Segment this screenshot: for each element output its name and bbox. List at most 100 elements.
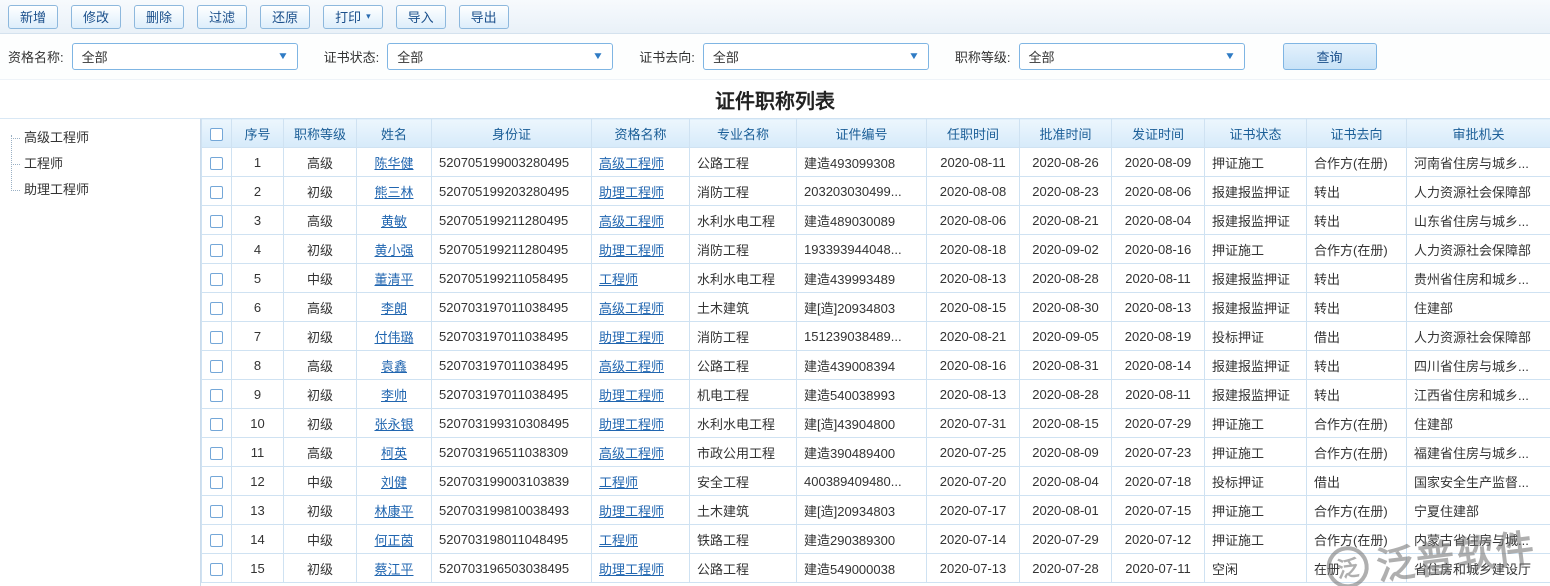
table-row[interactable]: 8高级袁鑫520703197011038495高级工程师公路工程建造439008… — [202, 351, 1550, 380]
name-link[interactable]: 董清平 — [374, 272, 413, 287]
qualification-name-link[interactable]: 助理工程师 — [599, 185, 664, 200]
name-link[interactable]: 林康平 — [374, 504, 413, 519]
qualification-name-link[interactable]: 工程师 — [599, 533, 638, 548]
row-checkbox[interactable] — [210, 331, 223, 344]
toolbar-button-export[interactable]: 导出 — [459, 5, 509, 29]
qualification-name-link[interactable]: 助理工程师 — [599, 243, 664, 258]
cell-major-name: 消防工程 — [690, 322, 797, 351]
column-header-qualification-name[interactable]: 资格名称 — [592, 119, 690, 148]
table-row[interactable]: 4初级黄小强520705199211280495助理工程师消防工程1933939… — [202, 235, 1550, 264]
row-checkbox[interactable] — [210, 476, 223, 489]
query-button[interactable]: 查询 — [1283, 43, 1377, 70]
table-row[interactable]: 11高级柯英520703196511038309高级工程师市政公用工程建造390… — [202, 438, 1550, 467]
qualification-name-link[interactable]: 高级工程师 — [599, 359, 664, 374]
qualification-name-link[interactable]: 高级工程师 — [599, 446, 664, 461]
name-link[interactable]: 刘健 — [381, 475, 407, 490]
table-row[interactable]: 5中级董清平520705199211058495工程师水利水电工程建造43999… — [202, 264, 1550, 293]
row-checkbox[interactable] — [210, 389, 223, 402]
row-checkbox[interactable] — [210, 273, 223, 286]
row-checkbox[interactable] — [210, 534, 223, 547]
qualification-name-link[interactable]: 高级工程师 — [599, 301, 664, 316]
name-link[interactable]: 李朗 — [381, 301, 407, 316]
toolbar-button-import[interactable]: 导入 — [396, 5, 446, 29]
cell-certificate-status: 报建报监押证 — [1205, 380, 1307, 409]
tree-item-engineer[interactable]: 工程师 — [6, 151, 200, 177]
row-checkbox[interactable] — [210, 418, 223, 431]
qualification-name-link[interactable]: 助理工程师 — [599, 417, 664, 432]
table-row[interactable]: 9初级李帅520703197011038495助理工程师机电工程建造540038… — [202, 380, 1550, 409]
name-link[interactable]: 熊三林 — [374, 185, 413, 200]
qualification-name-link[interactable]: 工程师 — [599, 475, 638, 490]
column-header-id-number[interactable]: 身份证 — [432, 119, 592, 148]
row-checkbox[interactable] — [210, 157, 223, 170]
column-header-certificate-destination[interactable]: 证书去向 — [1307, 119, 1407, 148]
qualification-name-link[interactable]: 高级工程师 — [599, 214, 664, 229]
table-row[interactable]: 15初级蔡江平520703196503038495助理工程师公路工程建造5490… — [202, 554, 1550, 583]
column-header-approval-authority[interactable]: 审批机关 — [1407, 119, 1550, 148]
qualification-name-link[interactable]: 助理工程师 — [599, 388, 664, 403]
qualification-name-link[interactable]: 助理工程师 — [599, 330, 664, 345]
row-checkbox[interactable] — [210, 447, 223, 460]
toolbar-button-add[interactable]: 新增 — [8, 5, 58, 29]
cell-issue-date: 2020-07-29 — [1112, 409, 1205, 438]
table-row[interactable]: 10初级张永银520703199310308495助理工程师水利水电工程建[造]… — [202, 409, 1550, 438]
row-checkbox[interactable] — [210, 244, 223, 257]
cell-certificate-status: 报建报监押证 — [1205, 206, 1307, 235]
qualification-name-link[interactable]: 助理工程师 — [599, 562, 664, 577]
cell-appointment-date: 2020-08-11 — [927, 148, 1020, 177]
filter-select-certificate-destination[interactable]: 全部 ▼ — [703, 43, 929, 70]
table-row[interactable]: 6高级李朗520703197011038495高级工程师土木建筑建[造]2093… — [202, 293, 1550, 322]
toolbar-button-print[interactable]: 打印▾ — [323, 5, 383, 29]
table-row[interactable]: 13初级林康平520703199810038493助理工程师土木建筑建[造]20… — [202, 496, 1550, 525]
filter-select-title-level[interactable]: 全部 ▼ — [1019, 43, 1245, 70]
filter-select-qualification-name[interactable]: 全部 ▼ — [72, 43, 298, 70]
table-row[interactable]: 2初级熊三林520705199203280495助理工程师消防工程2032030… — [202, 177, 1550, 206]
name-link[interactable]: 付伟璐 — [374, 330, 413, 345]
qualification-name-link[interactable]: 高级工程师 — [599, 156, 664, 171]
column-header-major-name[interactable]: 专业名称 — [690, 119, 797, 148]
row-checkbox[interactable] — [210, 302, 223, 315]
name-link[interactable]: 袁鑫 — [381, 359, 407, 374]
chevron-down-icon: ▼ — [592, 51, 604, 62]
name-link[interactable]: 李帅 — [381, 388, 407, 403]
name-link[interactable]: 张永银 — [374, 417, 413, 432]
qualification-name-link[interactable]: 助理工程师 — [599, 504, 664, 519]
cell-approval-date: 2020-08-23 — [1020, 177, 1112, 206]
column-header-title-level[interactable]: 职称等级 — [284, 119, 357, 148]
filter-label: 资格名称: — [8, 47, 64, 66]
table-row[interactable]: 12中级刘健520703199003103839工程师安全工程400389409… — [202, 467, 1550, 496]
column-header-certificate-status[interactable]: 证书状态 — [1205, 119, 1307, 148]
name-link[interactable]: 黄敏 — [381, 214, 407, 229]
table-row[interactable]: 7初级付伟璐520703197011038495助理工程师消防工程1512390… — [202, 322, 1550, 351]
column-header-approval-date[interactable]: 批准时间 — [1020, 119, 1112, 148]
column-header-appointment-date[interactable]: 任职时间 — [927, 119, 1020, 148]
row-checkbox[interactable] — [210, 505, 223, 518]
row-checkbox[interactable] — [210, 360, 223, 373]
toolbar-button-edit[interactable]: 修改 — [71, 5, 121, 29]
tree-item-assistant-engineer[interactable]: 助理工程师 — [6, 177, 200, 203]
select-all-checkbox[interactable] — [210, 128, 223, 141]
name-link[interactable]: 蔡江平 — [374, 562, 413, 577]
name-link[interactable]: 陈华健 — [374, 156, 413, 171]
qualification-name-link[interactable]: 工程师 — [599, 272, 638, 287]
toolbar-button-delete[interactable]: 删除 — [134, 5, 184, 29]
cell-appointment-date: 2020-07-31 — [927, 409, 1020, 438]
name-link[interactable]: 黄小强 — [374, 243, 413, 258]
row-checkbox[interactable] — [210, 215, 223, 228]
toolbar-button-restore[interactable]: 还原 — [260, 5, 310, 29]
table-row[interactable]: 14中级何正茵520703198011048495工程师铁路工程建造290389… — [202, 525, 1550, 554]
column-header-certificate-no[interactable]: 证件编号 — [797, 119, 927, 148]
toolbar-button-filter[interactable]: 过滤 — [197, 5, 247, 29]
sidebar: 高级工程师工程师助理工程师 — [0, 118, 201, 586]
row-checkbox[interactable] — [210, 186, 223, 199]
row-checkbox[interactable] — [210, 563, 223, 576]
filter-select-certificate-status[interactable]: 全部 ▼ — [387, 43, 613, 70]
tree-item-senior-engineer[interactable]: 高级工程师 — [6, 125, 200, 151]
table-row[interactable]: 1高级陈华健520705199003280495高级工程师公路工程建造49309… — [202, 148, 1550, 177]
name-link[interactable]: 柯英 — [381, 446, 407, 461]
table-row[interactable]: 3高级黄敏520705199211280495高级工程师水利水电工程建造4890… — [202, 206, 1550, 235]
column-header-seq[interactable]: 序号 — [232, 119, 284, 148]
column-header-issue-date[interactable]: 发证时间 — [1112, 119, 1205, 148]
name-link[interactable]: 何正茵 — [374, 533, 413, 548]
column-header-name[interactable]: 姓名 — [357, 119, 432, 148]
